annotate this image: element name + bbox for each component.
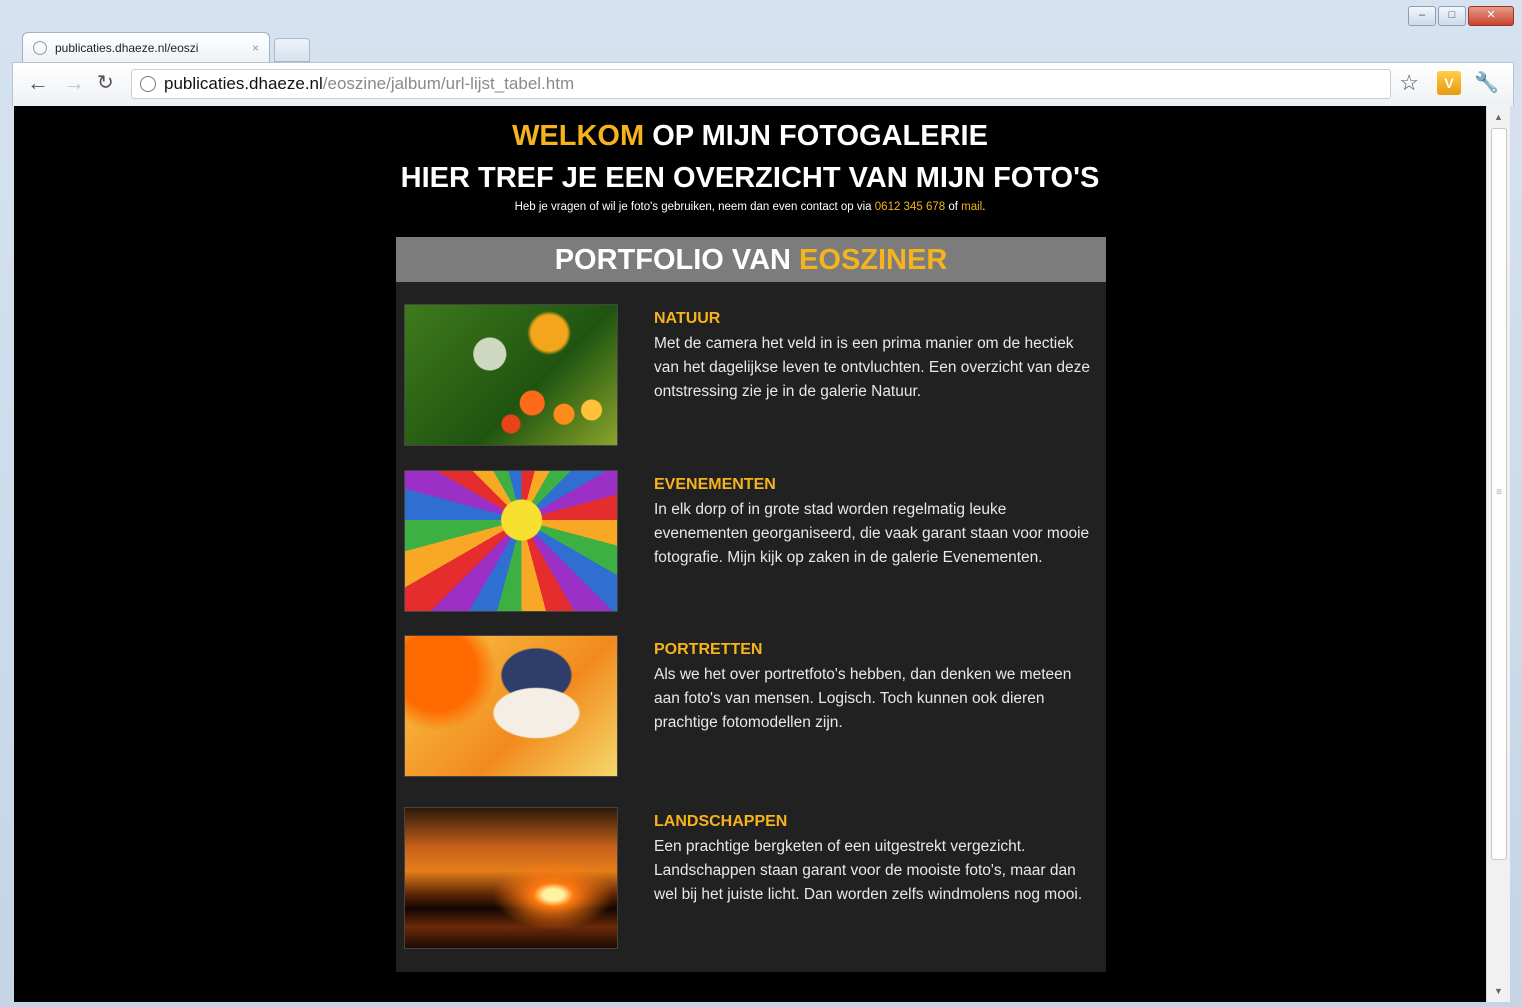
welcome-heading: WELKOM OP MIJN FOTOGALERIE bbox=[14, 120, 1486, 153]
entry-title[interactable]: PORTRETTEN bbox=[654, 641, 762, 659]
contact-suffix: . bbox=[982, 201, 986, 213]
welcome-accent: WELKOM bbox=[512, 120, 645, 152]
subtitle-heading: HIER TREF JE EEN OVERZICHT VAN MIJN FOTO… bbox=[400, 162, 1100, 194]
portretten-thumbnail[interactable] bbox=[404, 635, 618, 777]
portfolio-prefix: PORTFOLIO VAN bbox=[554, 244, 800, 276]
gallery-entry-landschappen: LANDSCHAPPEN Een prachtige bergketen of … bbox=[396, 807, 1106, 957]
gallery-entry-natuur: NATUUR Met de camera het veld in is een … bbox=[396, 304, 1106, 454]
window-controls: – □ ✕ bbox=[1408, 6, 1514, 26]
wrench-menu-icon[interactable]: 🔧 bbox=[1474, 71, 1499, 95]
maximize-button[interactable]: □ bbox=[1438, 6, 1466, 26]
entry-text: Een prachtige bergketen of een uitgestre… bbox=[654, 838, 1083, 903]
portfolio-panel: PORTFOLIO VAN EOSZINER NATUUR Met de cam… bbox=[396, 237, 1106, 972]
tab-close-icon[interactable]: × bbox=[252, 41, 259, 55]
address-bar[interactable]: publicaties.dhaeze.nl/eoszine/jalbum/url… bbox=[131, 69, 1391, 99]
browser-tab[interactable]: publicaties.dhaeze.nl/eoszi × bbox=[22, 32, 270, 62]
gallery-entry-portretten: PORTRETTEN Als we het over portretfoto's… bbox=[396, 635, 1106, 785]
new-tab-button[interactable] bbox=[274, 38, 310, 62]
entry-title[interactable]: EVENEMENTEN bbox=[654, 476, 776, 494]
extension-icon[interactable]: V bbox=[1437, 71, 1461, 95]
contact-line: Heb je vragen of wil je foto's gebruiken… bbox=[14, 201, 1486, 213]
portfolio-header: PORTFOLIO VAN EOSZINER bbox=[396, 237, 1106, 282]
entry-text: Als we het over portretfoto's hebben, da… bbox=[654, 666, 1072, 731]
phone-link[interactable]: 0612 345 678 bbox=[875, 201, 945, 213]
back-arrow-icon[interactable]: ← bbox=[27, 71, 49, 95]
scroll-down-arrow-icon[interactable]: ▼ bbox=[1487, 986, 1510, 996]
entry-text: Met de camera het veld in is een prima m… bbox=[654, 335, 1090, 400]
url-path: /eoszine/jalbum/url-lijst_tabel.htm bbox=[322, 74, 575, 93]
bookmark-star-icon[interactable]: ☆ bbox=[1399, 71, 1419, 95]
vertical-scrollbar[interactable]: ▲ ≡ ▼ bbox=[1486, 106, 1510, 1002]
contact-prefix: Heb je vragen of wil je foto's gebruiken… bbox=[514, 201, 875, 213]
browser-toolbar: ← → ↻ publicaties.dhaeze.nl/eoszine/jalb… bbox=[12, 62, 1514, 106]
tab-title: publicaties.dhaeze.nl/eoszi bbox=[55, 40, 199, 55]
scroll-thumb[interactable]: ≡ bbox=[1491, 128, 1507, 860]
natuur-thumbnail[interactable] bbox=[404, 304, 618, 446]
gallery-entry-evenementen: EVENEMENTEN In elk dorp of in grote stad… bbox=[396, 470, 1106, 620]
minimize-button[interactable]: – bbox=[1408, 6, 1436, 26]
close-window-button[interactable]: ✕ bbox=[1468, 6, 1514, 26]
entry-text: In elk dorp of in grote stad worden rege… bbox=[654, 501, 1090, 566]
url-host: publicaties.dhaeze.nl bbox=[164, 74, 323, 93]
page-favicon-icon bbox=[33, 40, 47, 55]
page-info-icon[interactable] bbox=[140, 76, 156, 92]
mail-link[interactable]: mail bbox=[961, 201, 982, 213]
page-content: WELKOM OP MIJN FOTOGALERIE HIER TREF JE … bbox=[14, 106, 1486, 1002]
evenementen-thumbnail[interactable] bbox=[404, 470, 618, 612]
welcome-rest: OP MIJN FOTOGALERIE bbox=[644, 120, 988, 152]
browser-window: – □ ✕ publicaties.dhaeze.nl/eoszi × ← → … bbox=[0, 0, 1522, 1007]
scroll-up-arrow-icon[interactable]: ▲ bbox=[1487, 112, 1510, 122]
contact-mid: of bbox=[945, 201, 962, 213]
landschappen-thumbnail[interactable] bbox=[404, 807, 618, 949]
entry-title[interactable]: LANDSCHAPPEN bbox=[654, 813, 787, 831]
reload-icon[interactable]: ↻ bbox=[97, 71, 114, 95]
entry-title[interactable]: NATUUR bbox=[654, 310, 720, 328]
portfolio-name: EOSZINER bbox=[799, 244, 948, 276]
forward-arrow-icon[interactable]: → bbox=[63, 71, 85, 95]
